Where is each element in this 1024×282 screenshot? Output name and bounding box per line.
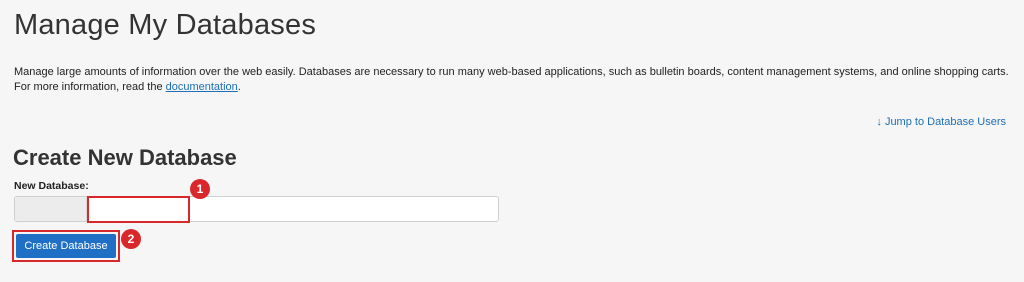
step1-highlight <box>87 196 190 223</box>
page-title: Manage My Databases <box>14 9 317 41</box>
create-database-button[interactable]: Create Database <box>16 234 116 258</box>
down-arrow-icon: ↓ <box>876 116 882 128</box>
description-trailing: . <box>237 81 241 93</box>
step2-callout: 2 <box>121 229 141 249</box>
jump-link-label: Jump to Database Users <box>884 116 1006 128</box>
description-text: Manage large amounts of information over… <box>14 66 1009 93</box>
new-database-label: New Database: <box>14 180 89 192</box>
create-database-heading: Create New Database <box>13 145 237 170</box>
database-prefix <box>15 197 87 221</box>
page-description: Manage large amounts of information over… <box>14 65 1014 95</box>
step2-highlight: Create Database <box>12 230 120 262</box>
step1-callout: 1 <box>190 179 210 199</box>
jump-to-database-users-link[interactable]: ↓ Jump to Database Users <box>876 116 1006 128</box>
documentation-link[interactable]: documentation <box>166 81 238 93</box>
